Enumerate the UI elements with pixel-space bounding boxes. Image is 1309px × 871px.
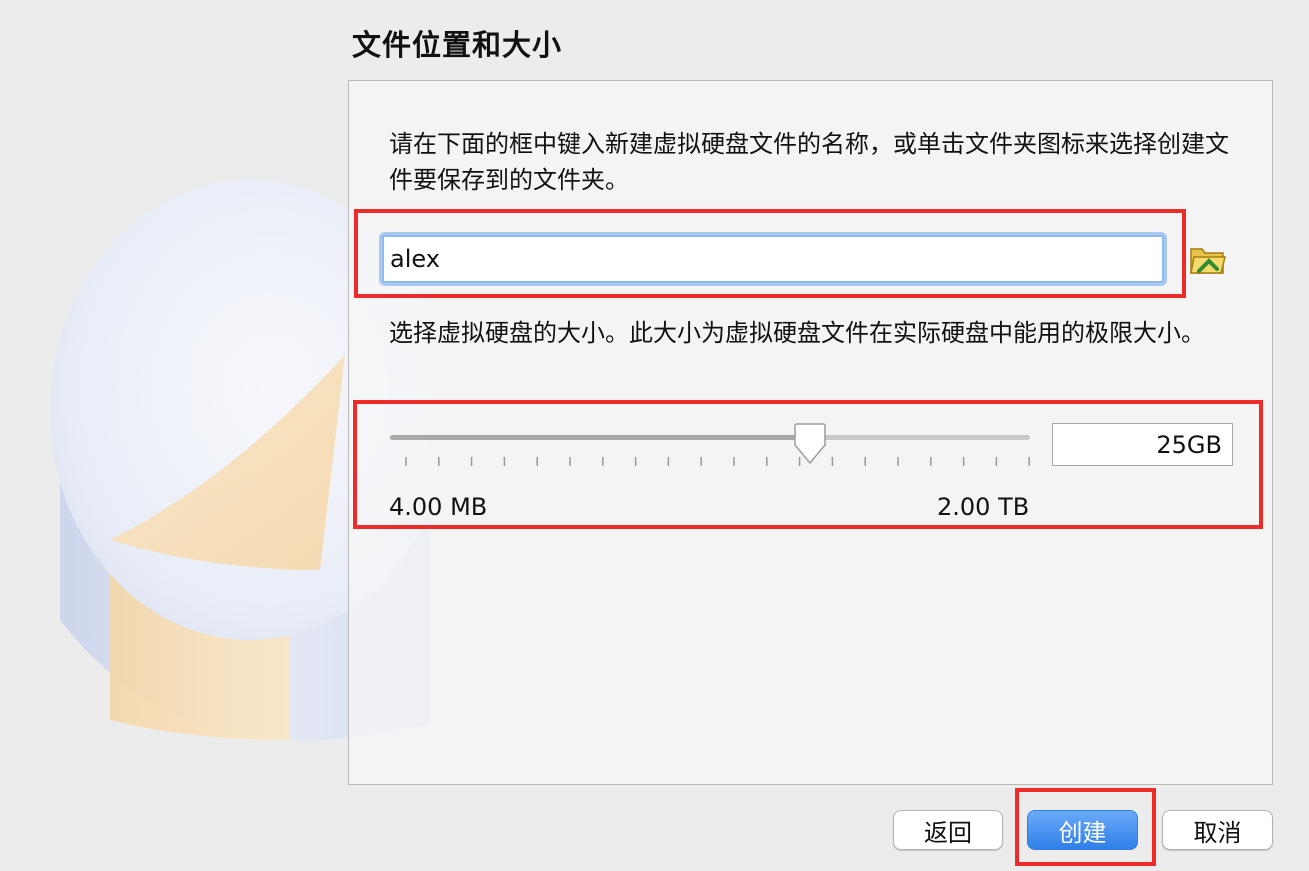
page-title: 文件位置和大小 [352, 28, 563, 62]
size-min-label: 4.00 MB [389, 493, 488, 521]
size-slider-thumb[interactable] [792, 423, 828, 467]
size-slider-track[interactable] [390, 435, 1030, 440]
cancel-button[interactable]: 取消 [1162, 810, 1273, 850]
size-description: 选择虚拟硬盘的大小。此大小为虚拟硬盘文件在实际硬盘中能用的极限大小。 [389, 319, 1205, 347]
back-button[interactable]: 返回 [893, 810, 1003, 850]
size-max-label: 2.00 TB [937, 493, 1030, 521]
size-slider-fill [390, 435, 813, 440]
folder-icon[interactable] [1189, 241, 1227, 277]
location-description: 请在下面的框中键入新建虚拟硬盘文件的名称，或单击文件夹图标来选择创建文件要保存到… [389, 130, 1229, 194]
size-slider-ticks [405, 457, 1030, 466]
size-input[interactable] [1052, 423, 1233, 466]
create-button[interactable]: 创建 [1027, 810, 1138, 850]
file-name-input[interactable] [382, 235, 1164, 283]
